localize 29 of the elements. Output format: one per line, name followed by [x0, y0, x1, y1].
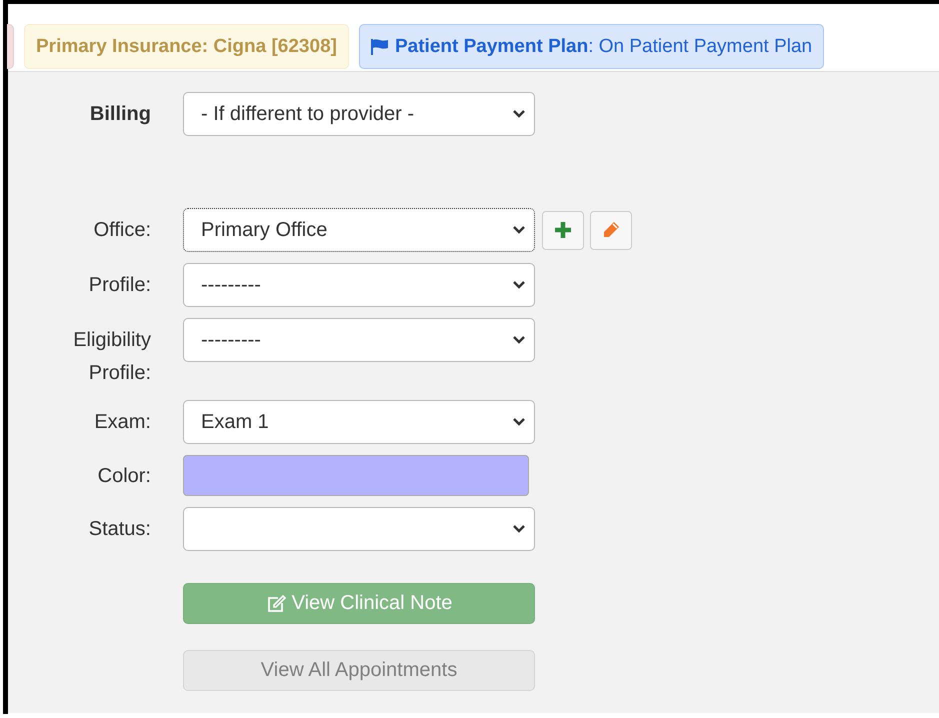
- field-label: Color:: [98, 464, 151, 488]
- select-field[interactable]: Exam 1: [183, 400, 535, 444]
- flag-icon: [370, 38, 389, 54]
- chevron-down-icon: [512, 417, 526, 427]
- color-swatch[interactable]: [183, 455, 529, 496]
- add-button[interactable]: [542, 210, 584, 250]
- chevron-down-icon: [512, 280, 526, 290]
- tag-text: Primary Insurance: Cigna [62308]: [36, 36, 337, 58]
- pencil-icon: [601, 220, 621, 240]
- tag-edge: [7, 24, 14, 69]
- select-field[interactable]: [183, 507, 535, 551]
- field-label: Office:: [94, 218, 151, 242]
- edit-icon: [266, 594, 286, 612]
- tag-text: Patient Payment Plan: On Patient Payment Plan: [394, 36, 812, 58]
- field-label: Exam:: [94, 410, 151, 434]
- plus-icon: [554, 221, 572, 239]
- field-label: Billing: [90, 102, 151, 126]
- select-field[interactable]: ---------: [183, 263, 535, 307]
- select-field[interactable]: - If different to provider -: [183, 92, 535, 136]
- select-field[interactable]: ---------: [183, 318, 535, 362]
- chevron-down-icon: [512, 109, 526, 119]
- edit-button[interactable]: [590, 210, 632, 250]
- chevron-down-icon: [512, 335, 526, 345]
- field-label: Status:: [88, 517, 151, 541]
- select-field[interactable]: Primary Office: [183, 208, 535, 252]
- chevron-down-icon: [512, 524, 526, 534]
- chevron-down-icon: [512, 225, 526, 235]
- field-label: Profile:: [88, 273, 151, 297]
- field-label: Eligibility Profile:: [72, 328, 151, 386]
